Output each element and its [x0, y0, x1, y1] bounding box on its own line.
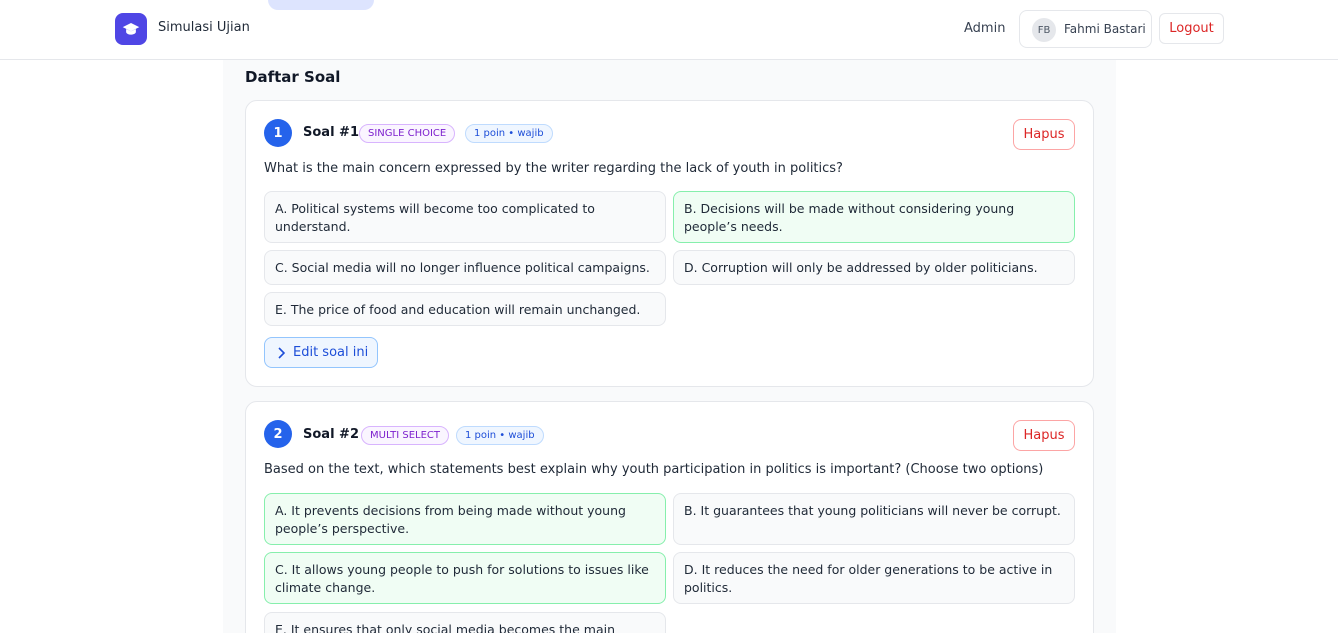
option-d: D. It reduces the need for older generat…: [673, 552, 1075, 604]
top-navbar: Simulasi Ujian Admin FB Fahmi Bastari Lo…: [0, 0, 1338, 60]
option-b: B. It guarantees that young politicians …: [673, 493, 1075, 545]
option-c-correct: C. It allows young people to push for so…: [264, 552, 666, 604]
delete-button[interactable]: Hapus: [1013, 420, 1075, 451]
nav-link-admin[interactable]: Admin: [964, 21, 1005, 36]
avatar: FB: [1032, 18, 1056, 42]
option-c: C. Social media will no longer influence…: [264, 250, 666, 285]
question-card: 2 Soal #2 MULTI SELECT 1 poin • wajib Ha…: [245, 401, 1094, 633]
user-name: Fahmi Bastari: [1064, 22, 1146, 36]
delete-button[interactable]: Hapus: [1013, 119, 1075, 150]
graduation-cap-icon[interactable]: [115, 13, 147, 45]
option-d: D. Corruption will only be addressed by …: [673, 250, 1075, 285]
option-e: E. The price of food and education will …: [264, 292, 666, 326]
chevron-right-icon: [277, 346, 285, 359]
edit-question-label: Edit soal ini: [293, 345, 369, 360]
app-title[interactable]: Simulasi Ujian: [158, 20, 250, 35]
question-text: Based on the text, which statements best…: [264, 462, 1044, 477]
option-a-correct: A. It prevents decisions from being made…: [264, 493, 666, 545]
type-badge: MULTI SELECT: [361, 426, 450, 445]
logout-button[interactable]: Logout: [1159, 13, 1224, 44]
option-a: A. Political systems will become too com…: [264, 191, 666, 243]
question-number: 2: [264, 420, 292, 448]
question-number: 1: [264, 119, 292, 147]
question-text: What is the main concern expressed by th…: [264, 161, 843, 176]
question-card: 1 Soal #1 SINGLE CHOICE 1 poin • wajib H…: [245, 100, 1094, 387]
edit-question-button[interactable]: Edit soal ini: [264, 337, 378, 368]
points-badge: 1 poin • wajib: [456, 426, 544, 445]
section-title: Daftar Soal: [245, 68, 341, 86]
points-badge: 1 poin • wajib: [465, 124, 553, 143]
user-menu[interactable]: FB Fahmi Bastari: [1019, 10, 1152, 48]
option-b-correct: B. Decisions will be made without consid…: [673, 191, 1075, 243]
option-e: E. It ensures that only social media bec…: [264, 612, 666, 633]
type-badge: SINGLE CHOICE: [359, 124, 456, 143]
partially-hidden-button[interactable]: [268, 0, 374, 10]
question-title: Soal #1: [303, 125, 359, 140]
question-title: Soal #2: [303, 427, 359, 442]
